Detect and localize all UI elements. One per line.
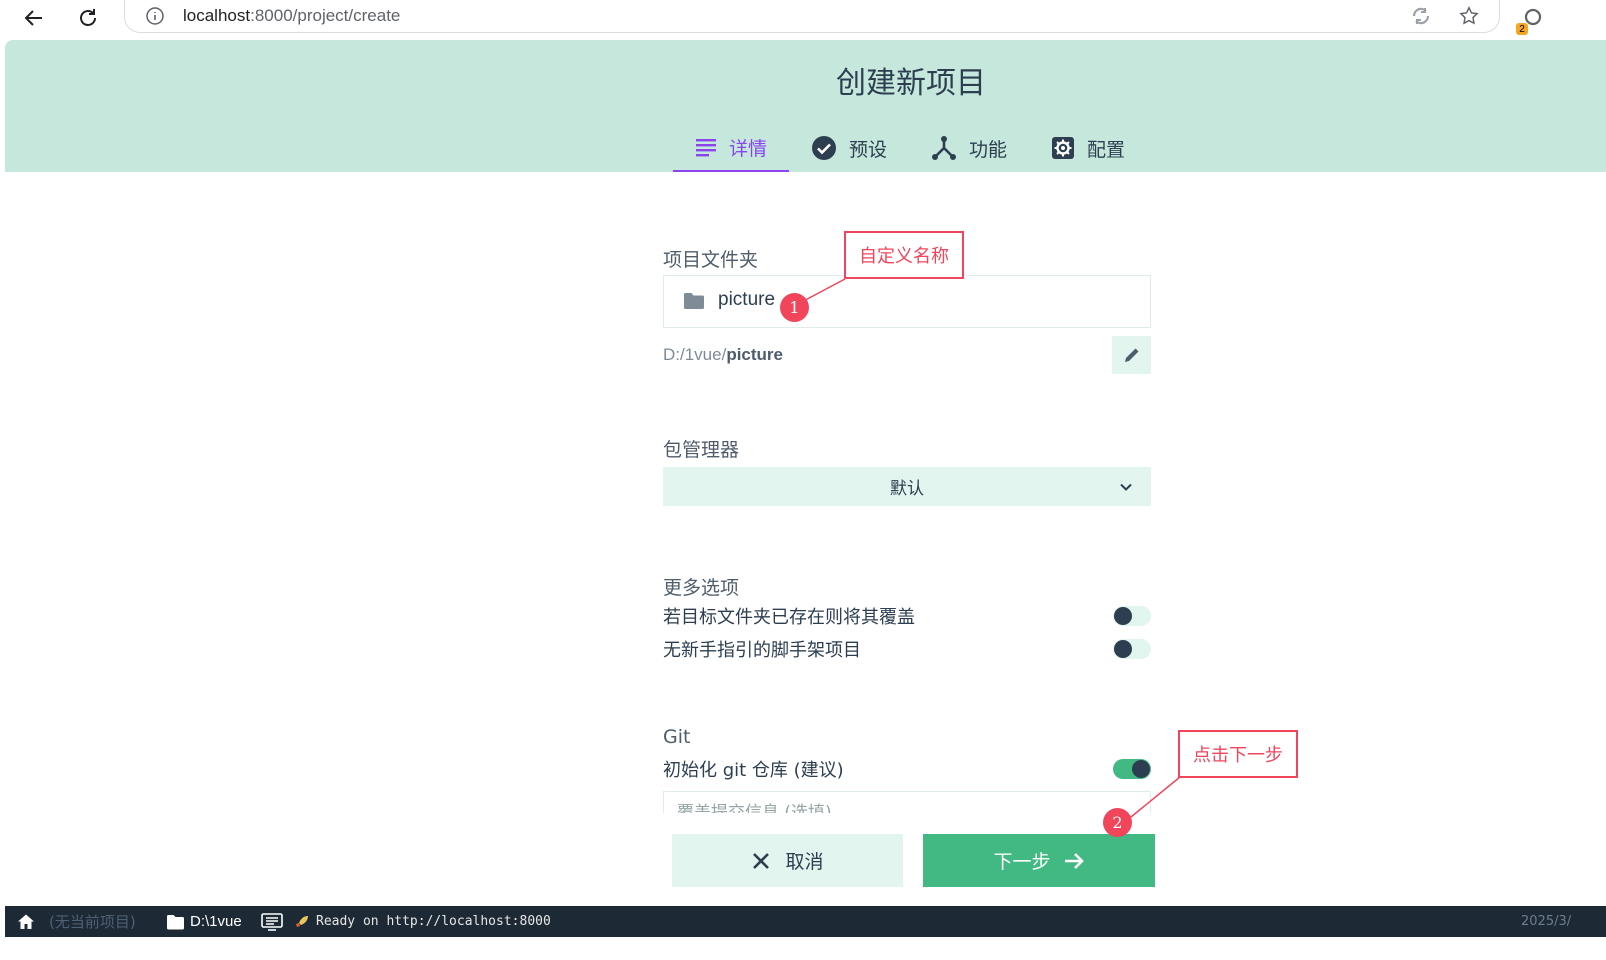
annotation-callout-1: 自定义名称 [844, 231, 964, 279]
status-log-message: Ready on http://localhost:8000 [316, 914, 551, 929]
annotation-lines [795, 278, 1181, 827]
status-date: 2025/3/ [1521, 914, 1572, 929]
annotation-marker-1: 1 [780, 293, 809, 322]
annotation-callout-2: 点击下一步 [1178, 730, 1298, 778]
status-bar: (无当前项目) D:\1vue Ready on http://localhos… [5, 906, 1606, 937]
annotation-marker-2: 2 [1103, 808, 1132, 837]
home-icon [18, 914, 34, 929]
console-icon [261, 912, 283, 931]
home-button[interactable] [17, 906, 35, 937]
current-folder-label: D:\1vue [190, 913, 242, 930]
rocket-icon [294, 906, 310, 937]
current-project[interactable]: (无当前项目) [49, 906, 136, 937]
folder-icon [167, 914, 184, 929]
current-folder[interactable]: D:\1vue [166, 906, 242, 937]
bottom-strip [0, 937, 1606, 960]
console-button[interactable] [261, 906, 283, 937]
